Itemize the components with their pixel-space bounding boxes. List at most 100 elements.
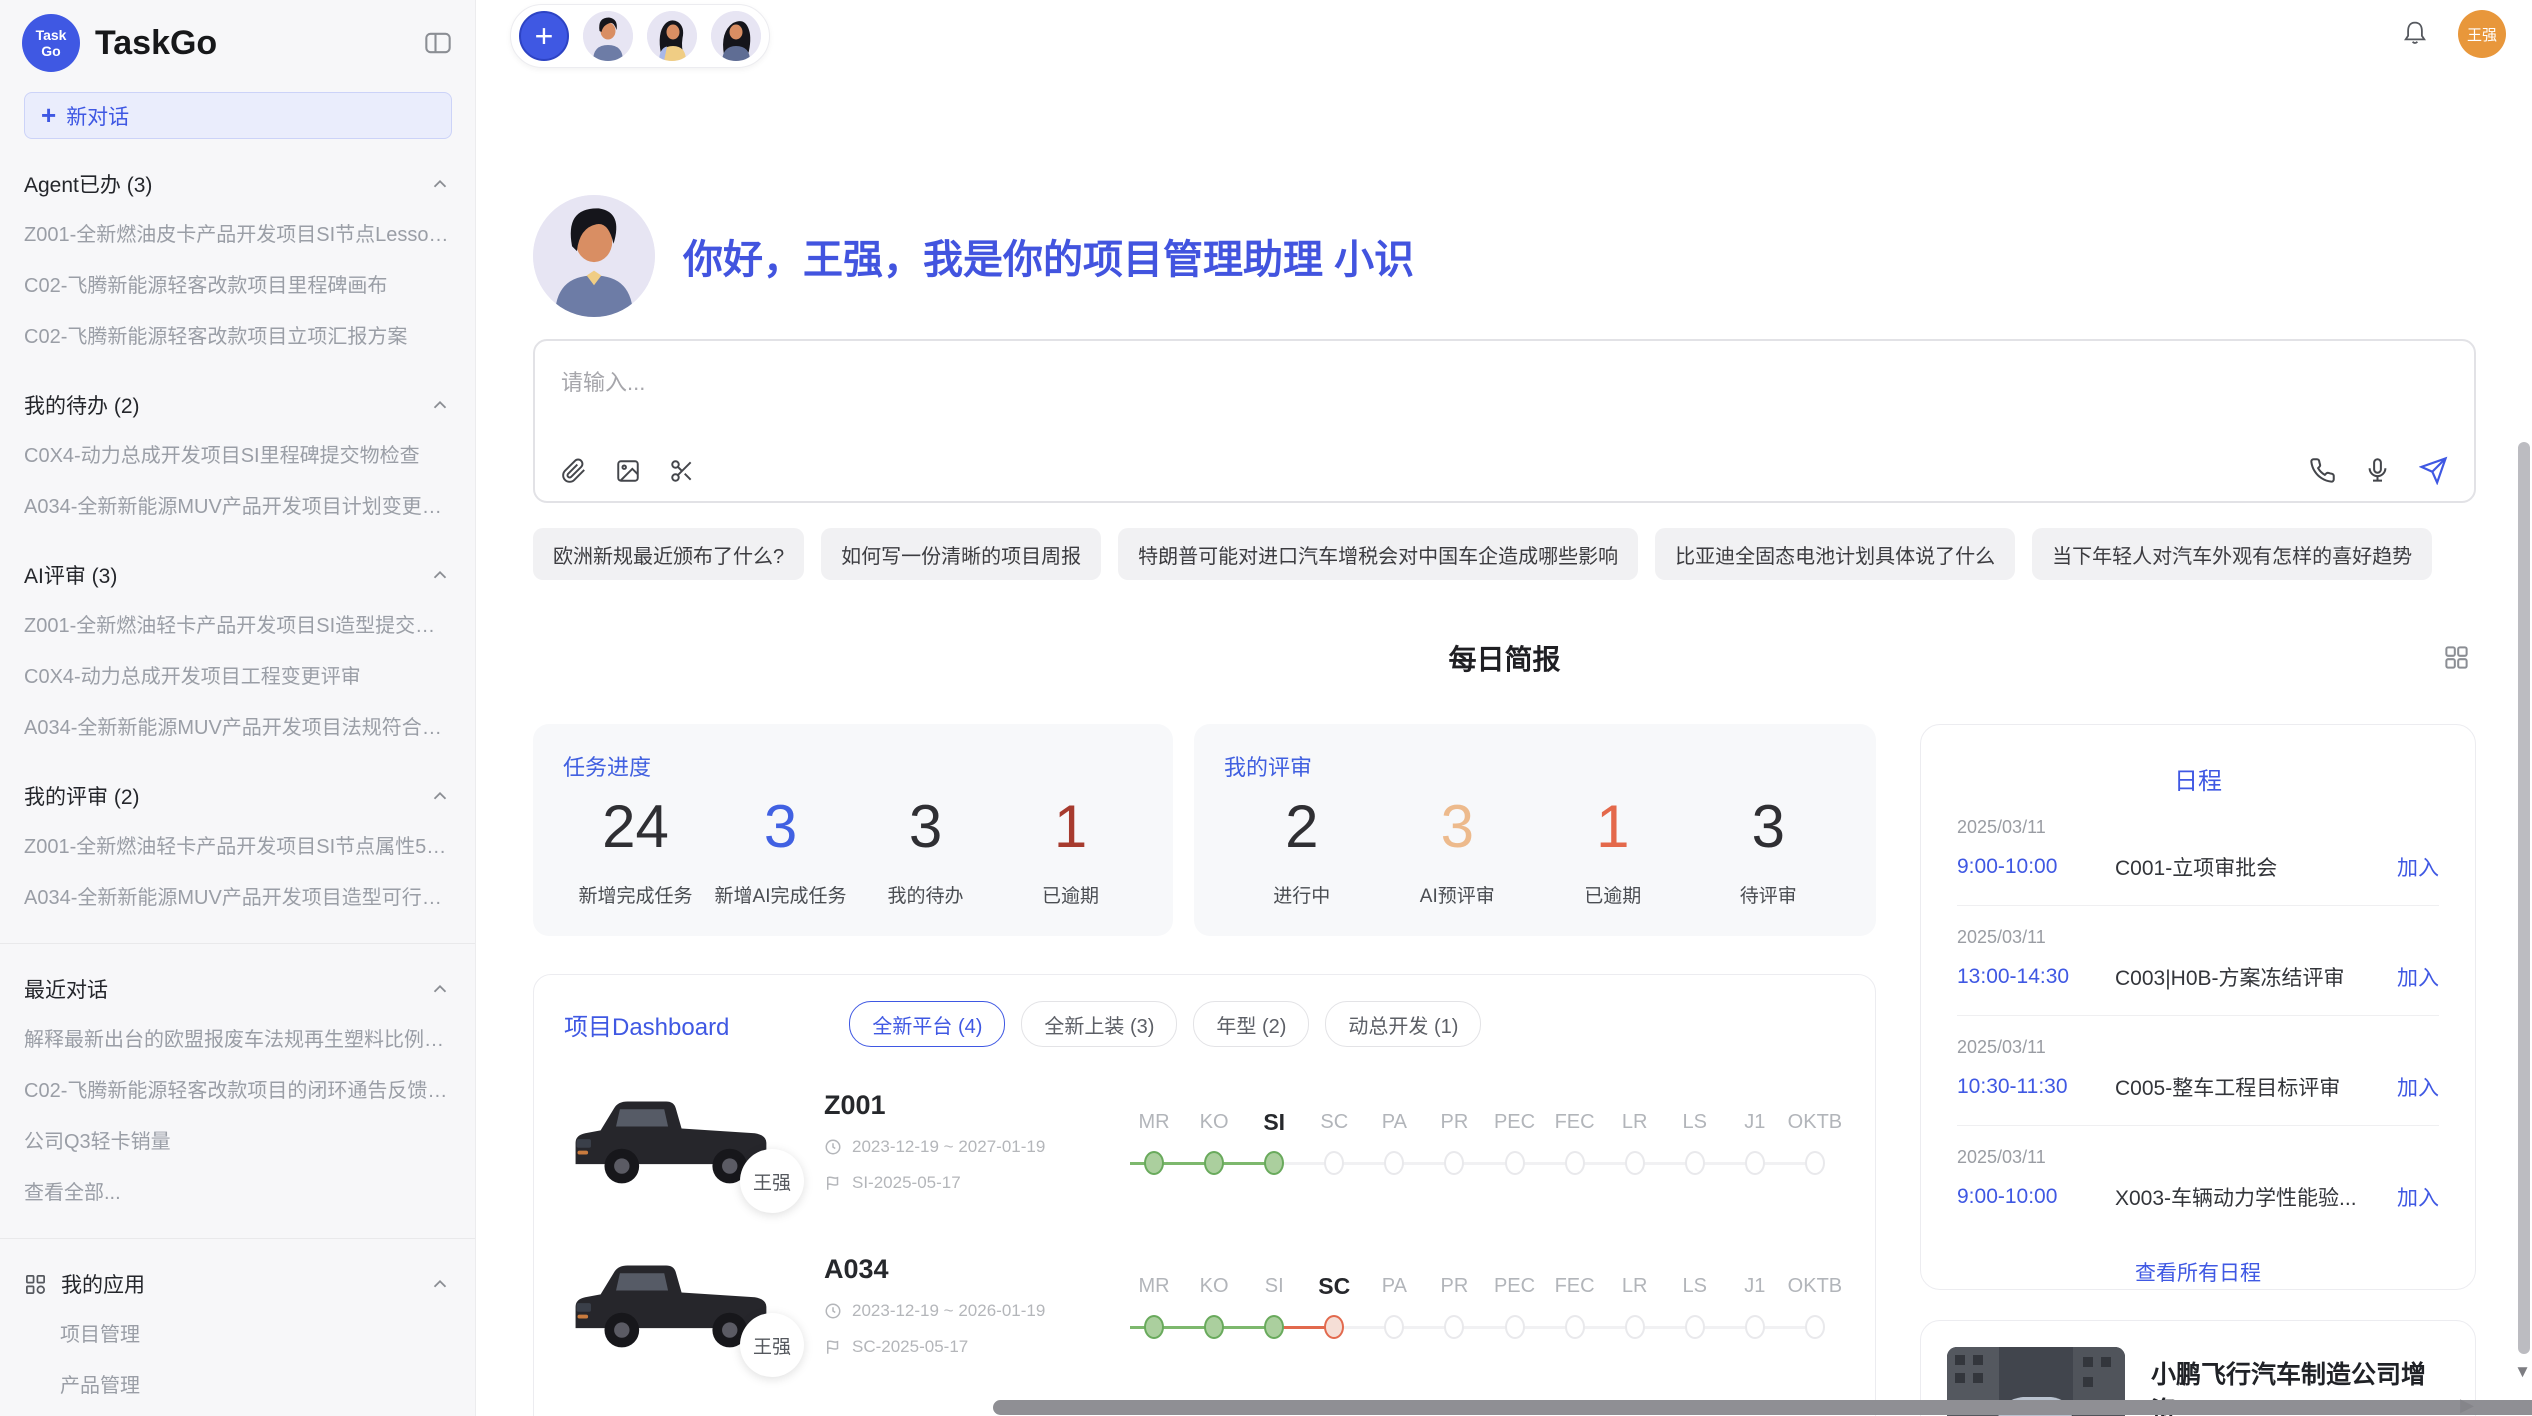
avatar-contact-1[interactable] (583, 11, 633, 61)
chevron-up-icon (429, 394, 451, 416)
sidebar-section-title: 我的应用 (61, 1269, 145, 1299)
sidebar-section-header[interactable]: AI评审 (3) (24, 560, 451, 590)
milestone-label: LS (1665, 1102, 1725, 1142)
sidebar-section-title: Agent已办 (3) (24, 169, 152, 199)
milestone-dot (1505, 1151, 1525, 1175)
stat-label: 已逾期 (1535, 881, 1691, 908)
recent-view-all[interactable]: 查看全部... (24, 1165, 451, 1216)
suggestion-chip[interactable]: 欧洲新规最近颁布了什么? (533, 528, 804, 580)
milestone: LR (1605, 1266, 1665, 1350)
chat-input-box[interactable]: 请输入... (533, 339, 2476, 503)
sidebar-collapse-icon[interactable] (423, 28, 453, 58)
milestone-dot (1565, 1151, 1585, 1175)
suggestion-chip[interactable]: 特朗普可能对进口汽车增税会对中国车企造成哪些影响 (1118, 528, 1638, 580)
schedule-event: 2025/03/119:00-10:00C001-立项审批会加入 (1957, 796, 2439, 906)
suggestion-chip[interactable]: 比亚迪全固态电池计划具体说了什么 (1655, 528, 2015, 580)
sidebar-section-title: 最近对话 (24, 974, 108, 1004)
sidebar-item[interactable]: Z001-全新燃油皮卡产品开发项目SI节点Lesson Learn报告 (24, 207, 451, 258)
dashboard-tab[interactable]: 全新平台 (4) (849, 1001, 1005, 1047)
milestone-dot (1745, 1151, 1765, 1175)
event-join-link[interactable]: 加入 (2397, 852, 2439, 882)
microphone-icon[interactable] (2364, 457, 2391, 484)
vertical-scrollbar-thumb[interactable] (2518, 442, 2530, 1354)
recent-chat-item[interactable]: 解释最新出台的欧盟报废车法规再生塑料比例被调至15%... (24, 1012, 451, 1063)
sidebar-item[interactable]: Z001-全新燃油轻卡产品开发项目SI节点属性5D文件评审 (24, 819, 451, 870)
sidebar-section-header[interactable]: 我的待办 (2) (24, 390, 451, 420)
avatar-contact-2[interactable] (647, 11, 697, 61)
milestone-dot (1324, 1151, 1344, 1175)
sidebar-item[interactable]: A034-全新新能源MUV产品开发项目造型可行性评审 (24, 870, 451, 921)
recent-chat-item[interactable]: C02-飞腾新能源轻客改款项目的闭环通告反馈情况 (24, 1063, 451, 1114)
greeting-block: 你好，王强，我是你的项目管理助理 小识 (533, 195, 2476, 317)
scroll-right-arrow-icon[interactable]: ▶ (2460, 1395, 2474, 1416)
event-join-link[interactable]: 加入 (2397, 1182, 2439, 1212)
avatar-contact-3[interactable] (711, 11, 761, 61)
stat-value: 1 (998, 792, 1143, 861)
view-all-schedule-link[interactable]: 查看所有日程 (1957, 1257, 2439, 1287)
recent-chat-item[interactable]: 公司Q3轻卡销量 (24, 1114, 451, 1165)
stat-value: 3 (708, 792, 853, 861)
topbar: + 王强 (476, 0, 2532, 70)
milestone: PA (1364, 1102, 1424, 1186)
event-join-link[interactable]: 加入 (2397, 1072, 2439, 1102)
sidebar-item[interactable]: C02-飞腾新能源轻客改款项目里程碑画布 (24, 258, 451, 309)
sidebar-item[interactable]: C02-飞腾新能源轻客改款项目立项汇报方案 (24, 309, 451, 360)
chat-input-placeholder: 请输入... (561, 365, 2448, 397)
dashboard-tab[interactable]: 年型 (2) (1193, 1001, 1309, 1047)
milestone: J1 (1725, 1266, 1785, 1350)
suggestion-chip[interactable]: 当下年轻人对汽车外观有怎样的喜好趋势 (2032, 528, 2432, 580)
milestone: SC (1304, 1102, 1364, 1186)
scissors-icon[interactable] (669, 458, 695, 484)
notification-bell-icon[interactable] (2400, 19, 2430, 49)
stat: 3我的待办 (853, 792, 998, 908)
milestone-dot (1384, 1151, 1404, 1175)
plus-icon: + (41, 100, 56, 131)
add-conversation-button[interactable]: + (519, 11, 569, 61)
sidebar-item[interactable]: C0X4-动力总成开发项目SI里程碑提交物检查 (24, 428, 451, 479)
suggestion-chip[interactable]: 如何写一份清晰的项目周报 (821, 528, 1101, 580)
stat-value: 24 (563, 792, 708, 861)
milestone-dot (1324, 1315, 1344, 1339)
stat-value: 3 (853, 792, 998, 861)
image-upload-icon[interactable] (615, 458, 641, 484)
daily-briefing-title: 每日简报 (1448, 638, 1560, 678)
dashboard-tabs: 全新平台 (4) 全新上装 (3) 年型 (2) 动总开发 (1) (849, 1001, 1481, 1047)
greeting-text: 你好，王强，我是你的项目管理助理 小识 (683, 227, 1414, 285)
milestone-dot (1505, 1315, 1525, 1339)
stat-value: 1 (1535, 792, 1691, 861)
scroll-down-arrow-icon[interactable]: ▼ (2514, 1362, 2531, 1382)
sidebar-section-header[interactable]: Agent已办 (3) (24, 169, 451, 199)
sidebar-section-header[interactable]: 我的应用 (24, 1269, 451, 1299)
sidebar-item[interactable]: A034-全新新能源MUV产品开发项目法规符合性评审 (24, 700, 451, 751)
sidebar-item[interactable]: Z001-全新燃油轻卡产品开发项目SI造型提交物评审 (24, 598, 451, 649)
app-item[interactable]: 变更管理 (24, 1409, 451, 1416)
chevron-up-icon (429, 978, 451, 1000)
layout-grid-icon[interactable] (2443, 644, 2470, 671)
schedule-event: 2025/03/1110:30-11:30C005-整车工程目标评审加入 (1957, 1016, 2439, 1126)
milestone-label: FEC (1545, 1102, 1605, 1142)
app-title: TaskGo (95, 24, 423, 63)
horizontal-scrollbar-thumb[interactable] (993, 1400, 2532, 1415)
truck-image: 王强 (564, 1247, 776, 1363)
app-item[interactable]: 项目管理 (24, 1307, 451, 1358)
new-chat-button[interactable]: + 新对话 (24, 92, 452, 139)
milestone-label: PR (1424, 1102, 1484, 1142)
chevron-up-icon (429, 173, 451, 195)
phone-call-icon[interactable] (2309, 457, 2336, 484)
schedule-event: 2025/03/1113:00-14:30C003|H0B-方案冻结评审加入 (1957, 906, 2439, 1016)
user-avatar[interactable]: 王强 (2458, 10, 2506, 58)
sidebar-section-title: 我的评审 (2) (24, 781, 140, 811)
event-join-link[interactable]: 加入 (2397, 962, 2439, 992)
sidebar-item[interactable]: A034-全新新能源MUV产品开发项目计划变更表编写 (24, 479, 451, 530)
sidebar-item[interactable]: C0X4-动力总成开发项目工程变更评审 (24, 649, 451, 700)
dashboard-tab[interactable]: 动总开发 (1) (1325, 1001, 1481, 1047)
send-icon[interactable] (2419, 456, 2448, 485)
sidebar-section-header[interactable]: 最近对话 (24, 974, 451, 1004)
milestone-dot (1204, 1151, 1224, 1175)
truck-image (564, 1411, 776, 1416)
sidebar-section-header[interactable]: 我的评审 (2) (24, 781, 451, 811)
attachment-icon[interactable] (561, 458, 587, 484)
app-item[interactable]: 产品管理 (24, 1358, 451, 1409)
stat-label: 进行中 (1224, 881, 1380, 908)
dashboard-tab[interactable]: 全新上装 (3) (1021, 1001, 1177, 1047)
